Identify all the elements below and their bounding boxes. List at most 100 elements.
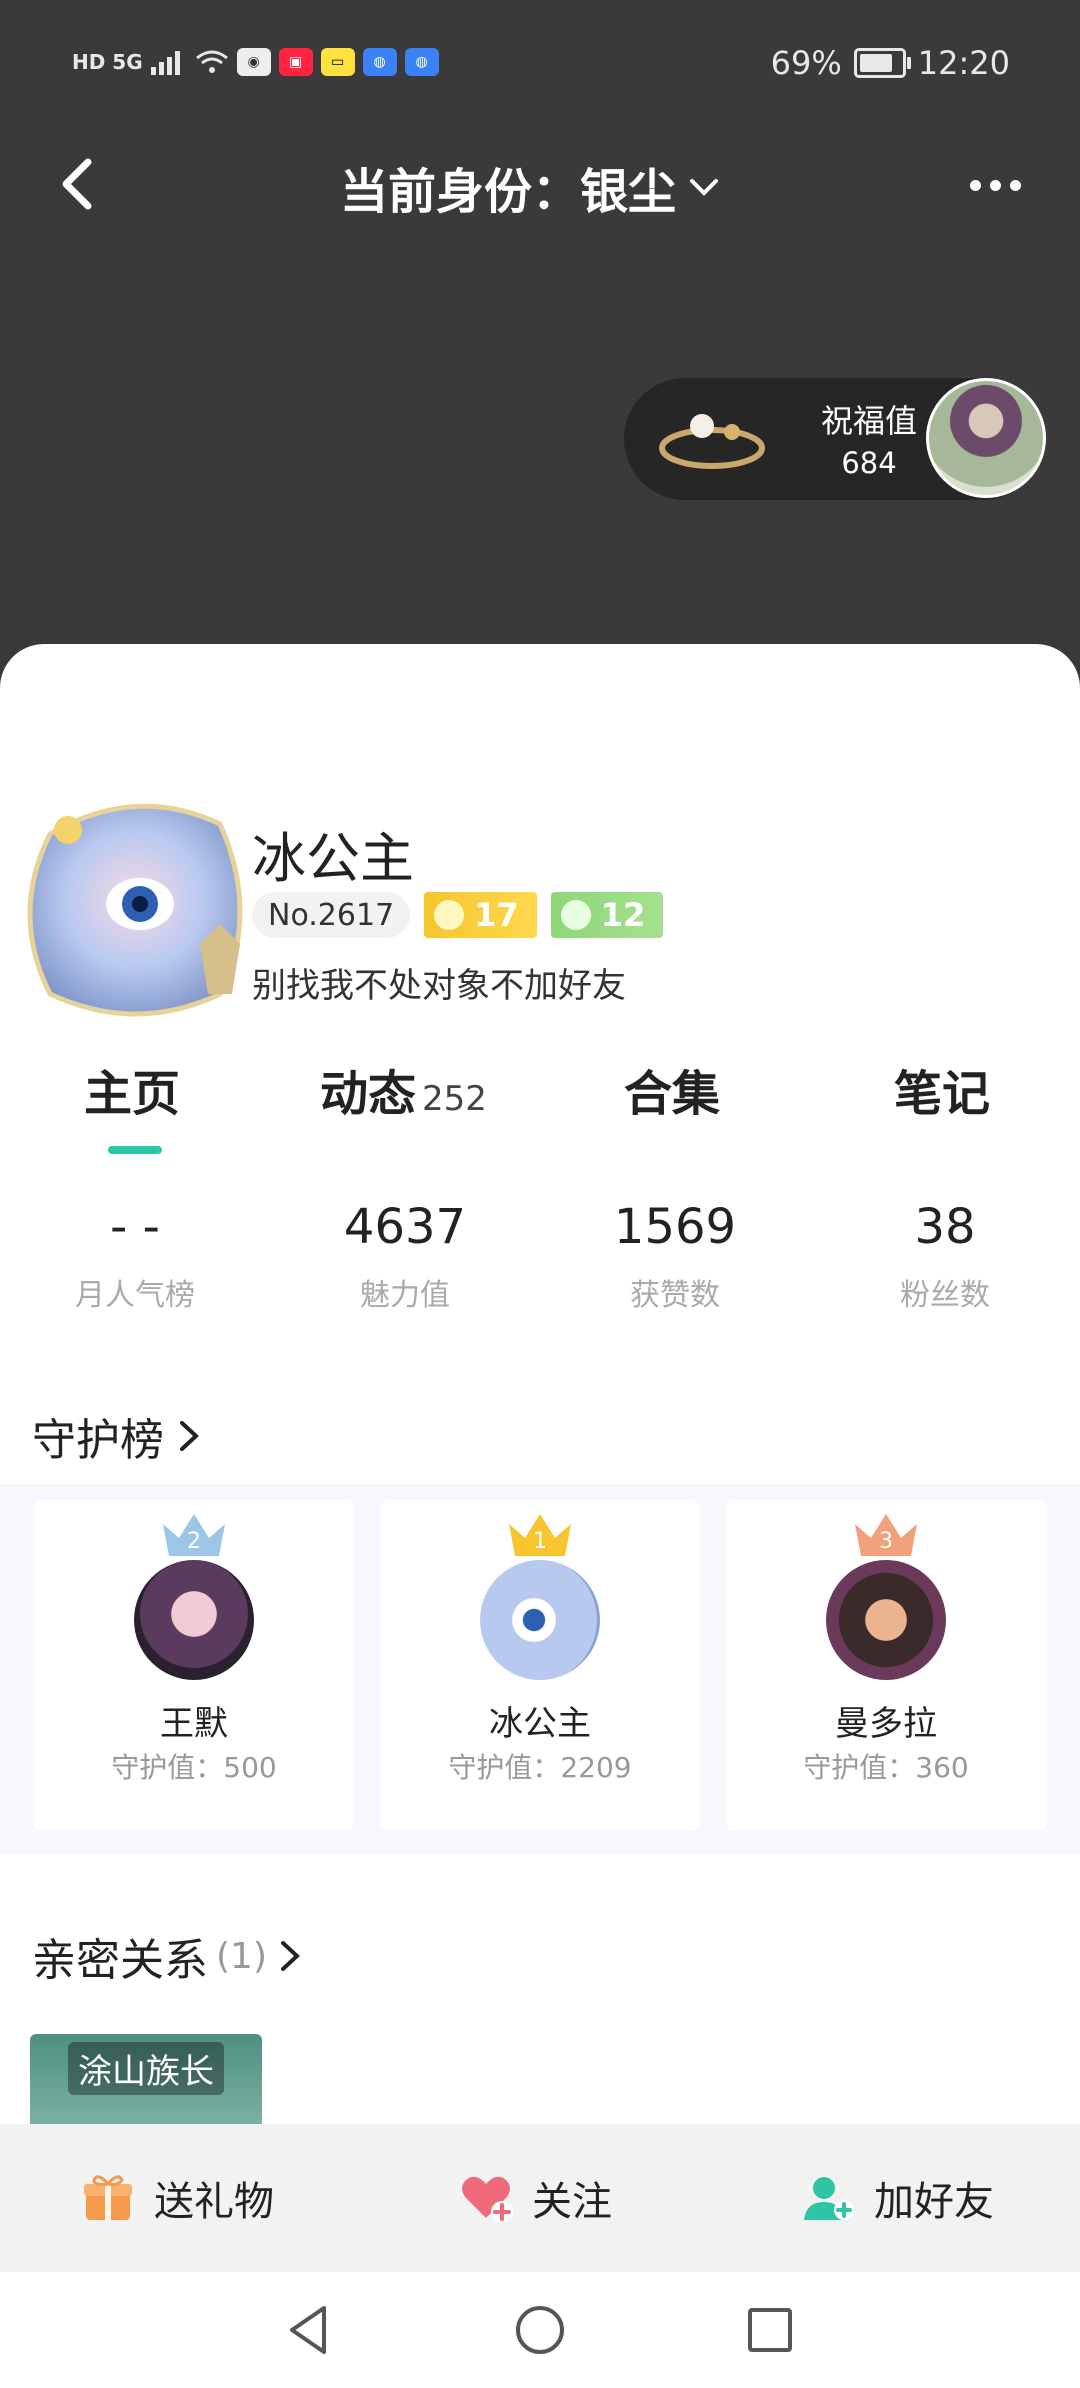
sun-level-badge[interactable]: 17 <box>424 892 537 938</box>
wifi-icon <box>195 50 228 73</box>
intimate-relation-card[interactable]: 涂山族长 <box>30 2034 262 2124</box>
profile-stats: - - 月人气榜 4637 魅力值 1569 获赞数 38 粉丝数 <box>0 1194 1080 1344</box>
profile-avatar[interactable] <box>20 794 252 1026</box>
guard-card-rank-1[interactable]: 1 冰公主 守护值：2209 <box>380 1500 700 1830</box>
intimate-title: 亲密关系 <box>32 1935 208 1986</box>
send-gift-label: 送礼物 <box>154 2179 274 2225</box>
crown-rank-number: 3 <box>879 1529 893 1554</box>
profile-bio: 别找我不处对象不加好友 <box>252 966 626 1006</box>
bilibili-icon: ▭ <box>320 48 355 76</box>
tab-home[interactable]: 主页 <box>84 1054 180 1124</box>
guard-value: 守护值：500 <box>111 1751 277 1784</box>
blessing-widget[interactable]: 祝福值 684 <box>624 378 1046 500</box>
stat-value: 38 <box>914 1199 976 1255</box>
tab-count: 252 <box>422 1079 487 1119</box>
game-app-icon: ◉ <box>236 48 271 76</box>
active-tab-indicator <box>108 1146 162 1154</box>
network-indicator: HD 5G <box>72 50 143 74</box>
system-recents-icon[interactable] <box>740 2300 800 2360</box>
battery-icon <box>853 48 911 78</box>
send-gift-button[interactable]: 送礼物 <box>80 2160 274 2236</box>
tab-collection[interactable]: 合集 <box>624 1054 720 1124</box>
profile-username: 冰公主 <box>252 827 414 890</box>
tab-label: 合集 <box>624 1066 721 1122</box>
crown-rank-number: 2 <box>187 1529 201 1554</box>
sun-level-value: 17 <box>474 896 519 934</box>
guard-value: 守护值：360 <box>803 1751 969 1784</box>
more-menu-button[interactable] <box>960 160 1030 210</box>
tab-label: 笔记 <box>894 1066 991 1122</box>
status-right: 69% 12:20 <box>771 44 1010 82</box>
stat-monthly-rank[interactable]: - - 月人气榜 <box>0 1194 270 1314</box>
nav-bar: 当前身份：银尘 <box>0 130 1080 240</box>
dot <box>989 179 1001 191</box>
stat-fans[interactable]: 38 粉丝数 <box>810 1194 1080 1314</box>
heart-plus-icon <box>462 2176 513 2223</box>
identity-title-text: 当前身份：银尘 <box>340 164 677 220</box>
system-home-icon[interactable] <box>510 2300 570 2360</box>
follow-label: 关注 <box>532 2179 612 2225</box>
bottom-action-bar: 送礼物 关注 加好友 <box>0 2124 1080 2272</box>
relation-tag: 涂山族长 <box>68 2042 224 2095</box>
intimate-relations-header[interactable]: 亲密关系 (1) <box>32 1924 305 1988</box>
tab-label: 动态 <box>320 1066 417 1122</box>
blessing-label: 祝福值 <box>820 402 917 440</box>
stat-value: 1569 <box>613 1199 737 1255</box>
chevron-right-icon <box>281 1941 300 1971</box>
blessing-avatar[interactable] <box>926 378 1046 498</box>
clock: 12:20 <box>917 44 1010 82</box>
stat-label: 获赞数 <box>630 1278 720 1313</box>
add-friend-button[interactable]: 加好友 <box>800 2160 994 2236</box>
gem-level-badge[interactable]: 12 <box>550 892 664 938</box>
system-back-icon[interactable] <box>280 2300 340 2360</box>
tab-label: 主页 <box>84 1066 181 1122</box>
guard-card-rank-3[interactable]: 3 曼多拉 守护值：360 <box>726 1500 1046 1830</box>
profile-sheet: 冰公主 No.2617 17 12 别找我不处对象不加好友 主页 动态 252 合… <box>0 644 1080 2124</box>
gift-icon <box>84 2175 132 2220</box>
tab-notes[interactable]: 笔记 <box>894 1054 990 1124</box>
guard-name: 王默 <box>160 1704 228 1744</box>
guard-card-rank-2[interactable]: 2 王默 守护值：500 <box>34 1500 354 1830</box>
guard-name: 冰公主 <box>489 1704 591 1744</box>
blessing-decoration-icon <box>659 414 765 469</box>
intimate-count: (1) <box>216 1935 267 1977</box>
crown-silver-icon: 2 <box>163 1514 225 1556</box>
guard-avatar[interactable] <box>480 1560 600 1680</box>
tab-moments[interactable]: 动态 252 <box>320 1054 487 1124</box>
chevron-down-icon <box>690 179 719 196</box>
guard-avatar[interactable] <box>134 1560 254 1680</box>
stat-label: 月人气榜 <box>75 1278 195 1313</box>
guard-ranking-header[interactable]: 守护榜 <box>32 1404 204 1468</box>
guard-ranking-title: 守护榜 <box>32 1415 164 1466</box>
identity-switcher[interactable]: 当前身份：银尘 <box>340 152 722 222</box>
browser-icon: ◍ <box>362 48 397 76</box>
xiaohongshu-icon: ▣ <box>278 48 313 76</box>
stat-label: 魅力值 <box>360 1278 450 1313</box>
stat-charm[interactable]: 4637 魅力值 <box>270 1194 540 1314</box>
dot <box>969 179 981 191</box>
crown-gold-icon: 1 <box>509 1514 571 1556</box>
battery-percent: 69% <box>770 44 842 82</box>
guard-name: 曼多拉 <box>835 1704 937 1744</box>
browser-icon: ◍ <box>404 48 439 76</box>
signal-icon <box>150 51 180 75</box>
blessing-value: 684 <box>841 446 897 480</box>
chevron-right-icon <box>180 1421 199 1451</box>
add-user-icon <box>804 2177 854 2220</box>
stat-likes[interactable]: 1569 获赞数 <box>540 1194 810 1314</box>
guard-avatar[interactable] <box>826 1560 946 1680</box>
system-navigation-bar <box>0 2272 1080 2388</box>
sun-icon <box>434 900 465 930</box>
guard-value: 守护值：2209 <box>448 1751 632 1784</box>
header-background <box>0 0 1080 700</box>
guard-ranking-list: 2 王默 守护值：500 1 冰公主 守护值：2209 3 曼多拉 守护值：36… <box>0 1484 1080 1854</box>
back-arrow-icon[interactable] <box>50 154 110 214</box>
dot <box>1009 179 1021 191</box>
diamond-icon <box>560 900 591 930</box>
battery-level <box>859 54 892 72</box>
follow-button[interactable]: 关注 <box>458 2160 612 2236</box>
gem-level-value: 12 <box>600 896 646 934</box>
add-friend-label: 加好友 <box>874 2179 994 2225</box>
stat-value: - - <box>110 1199 160 1255</box>
stat-label: 粉丝数 <box>900 1278 990 1313</box>
